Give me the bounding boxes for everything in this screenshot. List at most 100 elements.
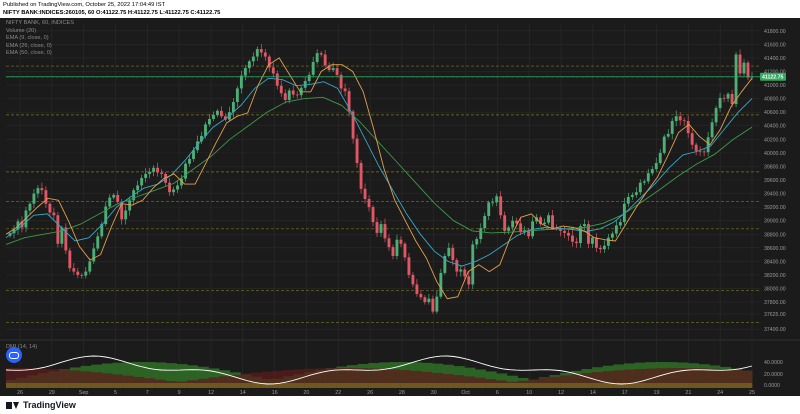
candle-body [399, 239, 403, 244]
candle-body [160, 172, 164, 174]
y-tick-label: 41000.00 [764, 83, 786, 89]
candle-body [116, 194, 120, 202]
legend-ema26: EMA (26, close, 0) [6, 42, 52, 49]
last-price-value: 41122.75 [762, 75, 783, 81]
candle-body [279, 85, 283, 94]
candle-body [319, 53, 323, 55]
candle-body [68, 250, 72, 269]
candle-body [479, 228, 483, 240]
candle-body [467, 276, 471, 285]
candle-body [726, 93, 730, 99]
candle-body [495, 196, 499, 203]
candle-body [112, 194, 116, 198]
dmi-base-band [304, 383, 316, 388]
dmi-base-band [293, 383, 305, 388]
y-tick-label: 39600.00 [764, 178, 786, 184]
y-tick-label: 38200.00 [764, 273, 786, 279]
dmi-base-band [474, 383, 486, 388]
candle-body [567, 232, 570, 236]
dmi-base-band [208, 383, 220, 388]
candle-body [575, 241, 578, 244]
candle-body [283, 93, 287, 100]
candle-body [44, 190, 48, 204]
dmi-base-band [325, 383, 337, 388]
dmi-base-band [592, 383, 604, 388]
candle-body [583, 224, 586, 227]
candle-body [686, 120, 690, 134]
candle-body [666, 133, 670, 137]
legend-volume: Volume (20) [6, 27, 37, 34]
dmi-base-band [730, 383, 742, 388]
candle-body [650, 169, 654, 174]
candle-body [547, 215, 550, 223]
dmi-base-band [123, 383, 135, 388]
dmi-base-band [112, 383, 124, 388]
candle-body [614, 225, 618, 234]
price-chart[interactable]: 26 29 Sep 5 7 9 12 14 16 20 22 26 28 30 Oct 6 10 12 14 17 19… [0, 18, 800, 396]
legend-symbol: NIFTY BANK, 60, INDICES [6, 20, 74, 26]
dmi-base-band [538, 383, 550, 388]
dmi-base-band [645, 383, 657, 388]
dmi-base-band [240, 383, 252, 388]
y-tick-label: 40200.00 [764, 137, 786, 143]
candle-body [315, 53, 319, 62]
candle-body [144, 173, 148, 178]
candle-body [52, 212, 56, 216]
dmi-base-band [91, 383, 103, 388]
candle-body [678, 116, 682, 121]
candle-body [56, 215, 60, 244]
dmi-base-band [634, 383, 646, 388]
candle-body [471, 244, 475, 285]
dmi-base-band [400, 383, 412, 388]
candle-body [706, 137, 710, 153]
candle-body [243, 68, 247, 76]
dmi-base-band [197, 383, 209, 388]
candle-body [694, 144, 698, 151]
dmi-base-band [59, 383, 71, 388]
candle-body [742, 62, 746, 74]
candle-body [379, 224, 383, 233]
candle-body [563, 230, 566, 233]
candle-body [718, 97, 722, 109]
candle-body [423, 297, 427, 303]
candle-body [403, 243, 407, 258]
y-tick-label: 40400.00 [764, 124, 786, 130]
dmi-base-band [80, 383, 92, 388]
candle-body [602, 245, 606, 250]
candle-body [96, 236, 100, 249]
chat-icon[interactable] [6, 347, 22, 363]
candle-body [475, 239, 479, 245]
dmi-base-band [6, 383, 17, 388]
candle-body [32, 193, 36, 204]
ema9-line [5, 57, 753, 300]
dmi-base-band [101, 383, 113, 388]
dmi-base-band [496, 383, 508, 388]
chart-area[interactable]: 26 29 Sep 5 7 9 12 14 16 20 22 26 28 30 Oct 6 10 12 14 17 19… [0, 18, 800, 396]
dmi-base-band [48, 383, 60, 388]
y-tick-label: 37625.00 [764, 312, 786, 318]
candle-body [662, 136, 666, 153]
candle-body [335, 68, 339, 75]
candle-body [287, 90, 291, 100]
candle-body [722, 97, 726, 99]
candle-body [148, 171, 152, 174]
candle-body [459, 269, 463, 272]
candle-body [363, 188, 367, 199]
candle-body [124, 210, 128, 220]
y-tick-label: 39800.00 [764, 164, 786, 170]
dmi-base-band [283, 383, 295, 388]
candle-body [682, 120, 686, 122]
dmi-base-band [421, 383, 433, 388]
candle-body [383, 224, 387, 239]
dmi-base-band [176, 383, 188, 388]
dmi-base-band [517, 383, 529, 388]
candle-body [156, 167, 160, 173]
dmi-base-band [666, 383, 678, 388]
candle-body [579, 226, 582, 244]
candle-body [415, 284, 419, 294]
candle-body [543, 222, 546, 225]
candle-body [710, 122, 714, 138]
y-tick-label: 39200.00 [764, 205, 786, 211]
candle-body [343, 88, 347, 92]
candle-body [251, 56, 255, 62]
